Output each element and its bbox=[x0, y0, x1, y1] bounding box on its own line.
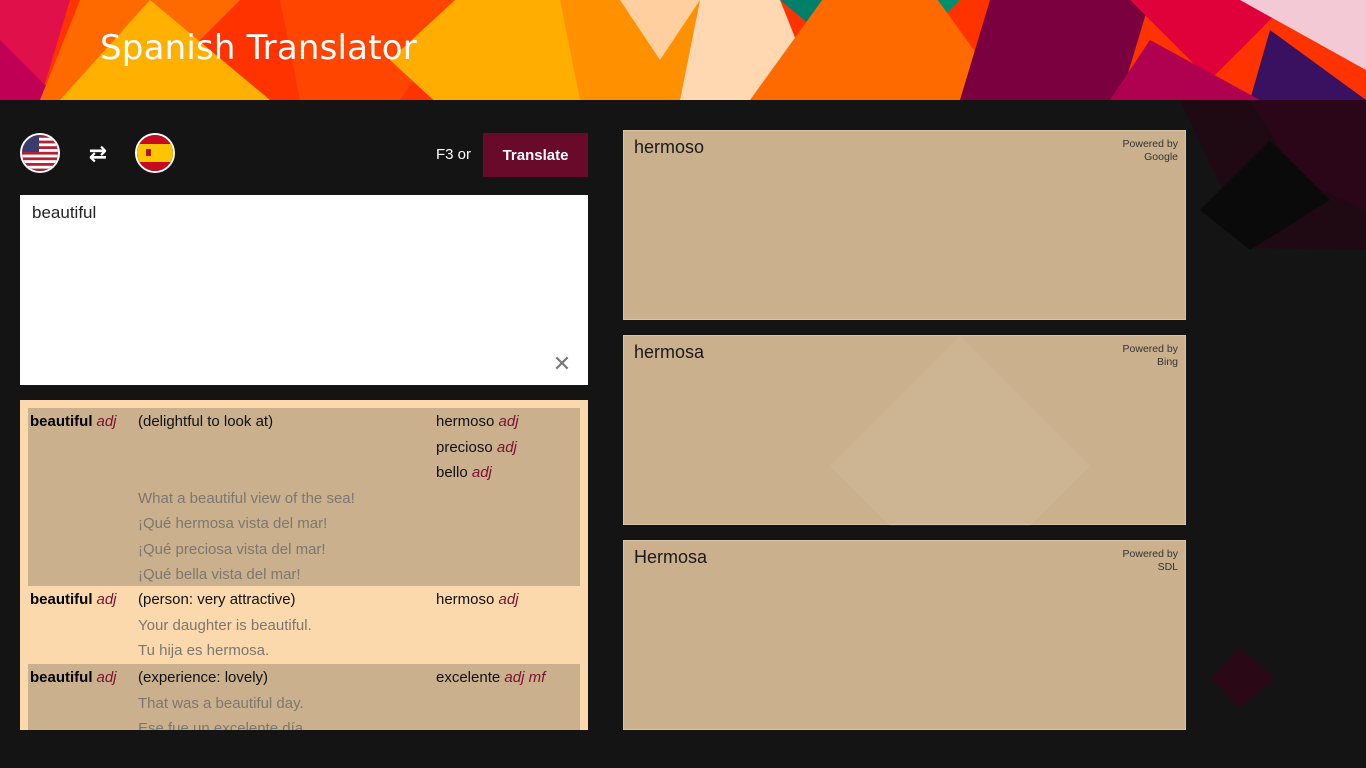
powered-by-label: Powered by SDL bbox=[1122, 548, 1178, 573]
source-language-us-flag[interactable] bbox=[20, 133, 60, 173]
us-flag-icon bbox=[22, 135, 58, 171]
result-text[interactable]: hermosa bbox=[634, 342, 704, 363]
result-text[interactable]: hermoso bbox=[634, 137, 704, 158]
panel-decoration bbox=[830, 336, 1090, 526]
powered-by-label: Powered by Bing bbox=[1122, 343, 1178, 368]
entry-sense: (experience: lovely) bbox=[138, 669, 269, 686]
entry-sense: (person: very attractive) bbox=[138, 591, 296, 608]
result-text[interactable]: Hermosa bbox=[634, 547, 707, 568]
source-text-input[interactable]: beautiful ✕ bbox=[20, 195, 588, 385]
app-header: Spanish Translator bbox=[0, 0, 1366, 100]
entry-example: That was a beautiful day. bbox=[138, 694, 304, 712]
entry-term: beautiful adj bbox=[30, 591, 117, 608]
powered-by-label: Powered by Google bbox=[1122, 138, 1178, 163]
entry-example: ¡Qué preciosa vista del mar! bbox=[138, 540, 326, 558]
entry-example: Ese fue un excelente día. bbox=[138, 720, 308, 730]
entry-term: beautiful adj bbox=[30, 669, 117, 686]
source-text-value[interactable]: beautiful bbox=[32, 203, 96, 223]
dictionary-entry: beautiful adj (person: very attractive) h… bbox=[28, 586, 580, 664]
entry-translation: precioso adj bbox=[436, 438, 517, 456]
dictionary-entry: beautiful adj (experience: lovely) excele… bbox=[28, 664, 580, 730]
entry-translation: excelente adj mf bbox=[436, 669, 546, 686]
entry-example: ¡Qué bella vista del mar! bbox=[138, 566, 301, 583]
entry-example: Your daughter is beautiful. bbox=[138, 616, 312, 634]
spain-flag-icon bbox=[137, 135, 173, 171]
entry-sense: (delightful to look at) bbox=[138, 413, 274, 430]
entry-example: Tu hija es hermosa. bbox=[138, 642, 270, 659]
entry-translation: bello adj bbox=[436, 464, 492, 481]
target-language-spain-flag[interactable] bbox=[135, 133, 175, 173]
dictionary-results: beautiful adj (delightful to look at) her… bbox=[20, 400, 588, 730]
shortcut-hint: F3 or bbox=[436, 146, 472, 163]
translation-result-google[interactable]: hermoso Powered by Google bbox=[623, 130, 1186, 320]
translate-button[interactable]: Translate bbox=[483, 133, 588, 177]
translation-result-bing[interactable]: hermosa Powered by Bing bbox=[623, 335, 1186, 526]
entry-example: What a beautiful view of the sea! bbox=[138, 489, 355, 507]
entry-example: ¡Qué hermosa vista del mar! bbox=[138, 515, 328, 532]
dictionary-entry: beautiful adj (delightful to look at) her… bbox=[28, 408, 580, 586]
entry-term: beautiful adj bbox=[30, 413, 117, 430]
entry-translation: hermoso adj bbox=[436, 413, 519, 430]
swap-arrows-icon[interactable]: ⇄ bbox=[84, 141, 112, 169]
entry-translation: hermoso adj bbox=[436, 591, 519, 608]
clear-icon[interactable]: ✕ bbox=[550, 353, 574, 377]
app-title: Spanish Translator bbox=[100, 28, 417, 68]
translation-result-sdl[interactable]: Hermosa Powered by SDL bbox=[623, 540, 1186, 730]
